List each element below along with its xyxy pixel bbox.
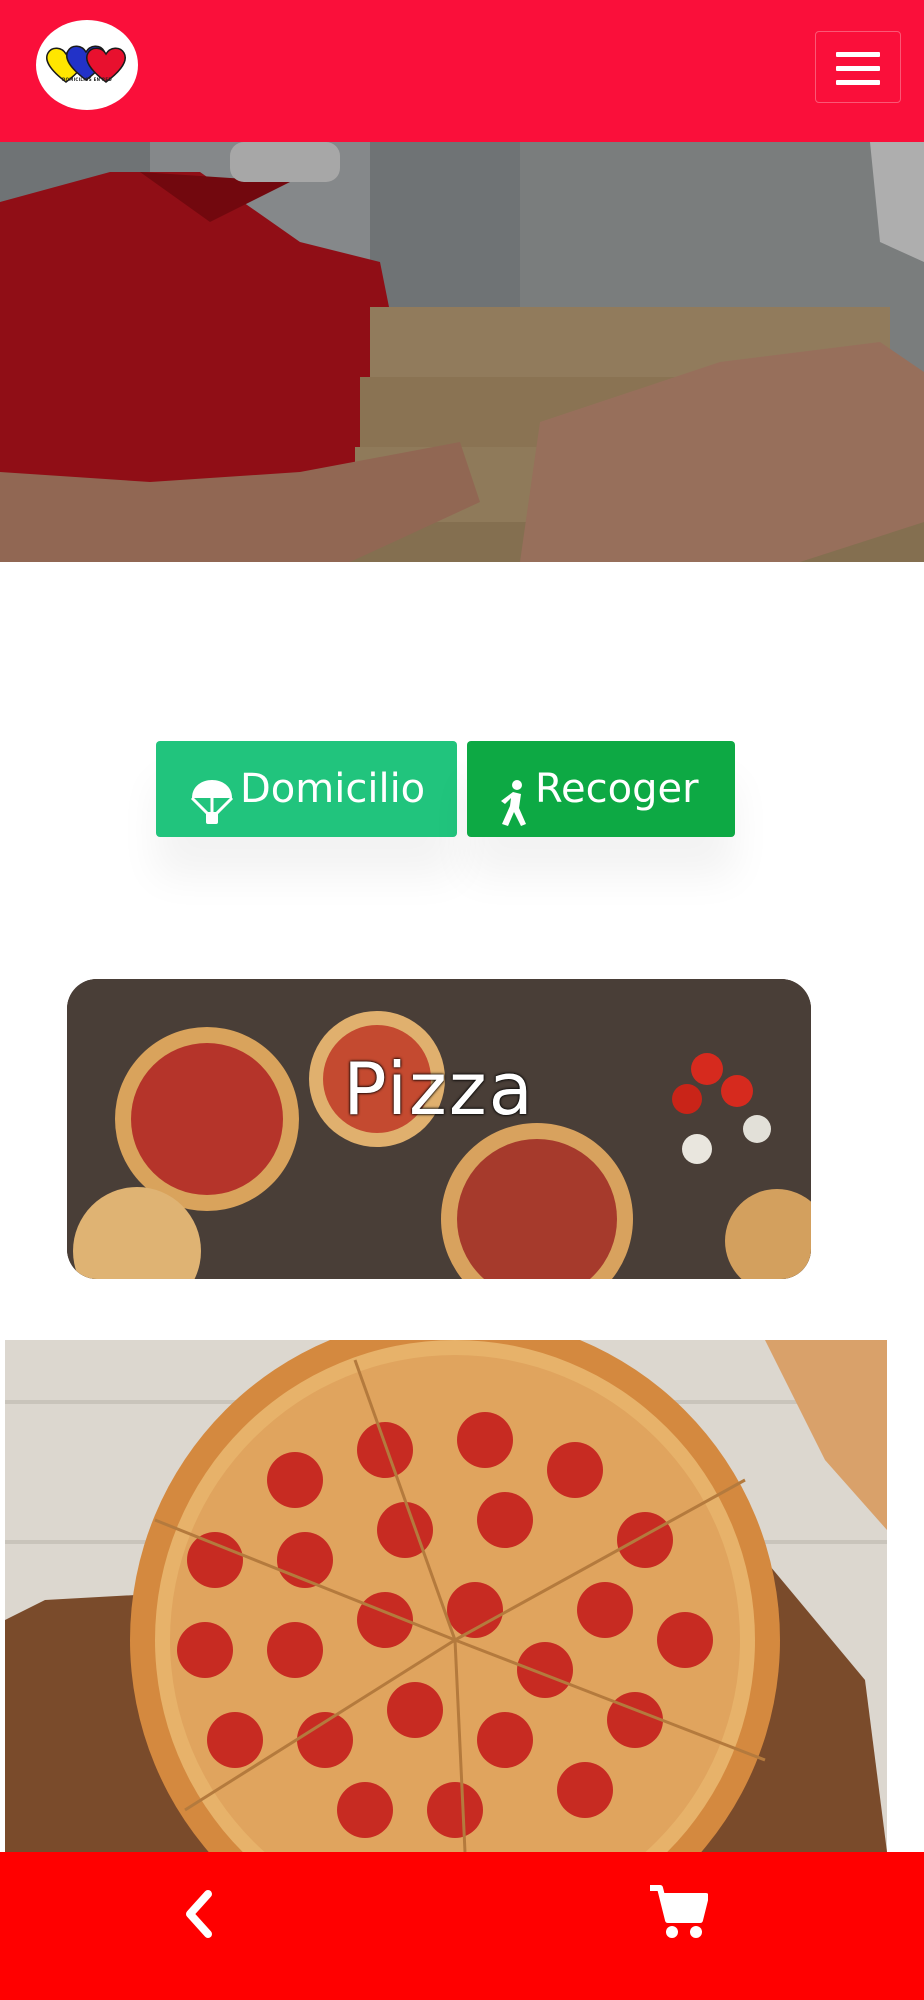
pepperoni-pizza-image	[5, 1340, 887, 1852]
logo-caption: DOMICILIOS EN RED	[61, 77, 113, 82]
product-image[interactable]	[5, 1340, 887, 1852]
parachute-icon	[190, 765, 234, 861]
category-card-pizza[interactable]: Pizza	[67, 979, 811, 1279]
brand-logo[interactable]: DOMICILIOS EN RED	[36, 20, 138, 110]
bottom-navbar	[0, 1852, 924, 2000]
walking-person-icon	[499, 765, 529, 861]
hamburger-menu-icon	[836, 66, 880, 71]
hamburger-menu-icon	[836, 80, 880, 85]
hearts-logo-icon	[46, 45, 126, 83]
recoger-label: Recoger	[535, 766, 699, 812]
domicilio-label: Domicilio	[240, 766, 426, 812]
cart-button[interactable]	[648, 1882, 709, 1942]
domicilio-button[interactable]: Domicilio	[156, 741, 457, 837]
hero-image	[0, 142, 924, 562]
chevron-left-icon	[186, 1890, 212, 1938]
shopping-cart-icon	[650, 1885, 709, 1938]
back-button[interactable]	[178, 1888, 222, 1944]
top-navbar: DOMICILIOS EN RED	[0, 0, 924, 142]
menu-toggle-button[interactable]	[815, 31, 901, 103]
recoger-button[interactable]: Recoger	[467, 741, 735, 837]
category-title: Pizza	[343, 1047, 535, 1131]
hamburger-menu-icon	[836, 52, 880, 57]
